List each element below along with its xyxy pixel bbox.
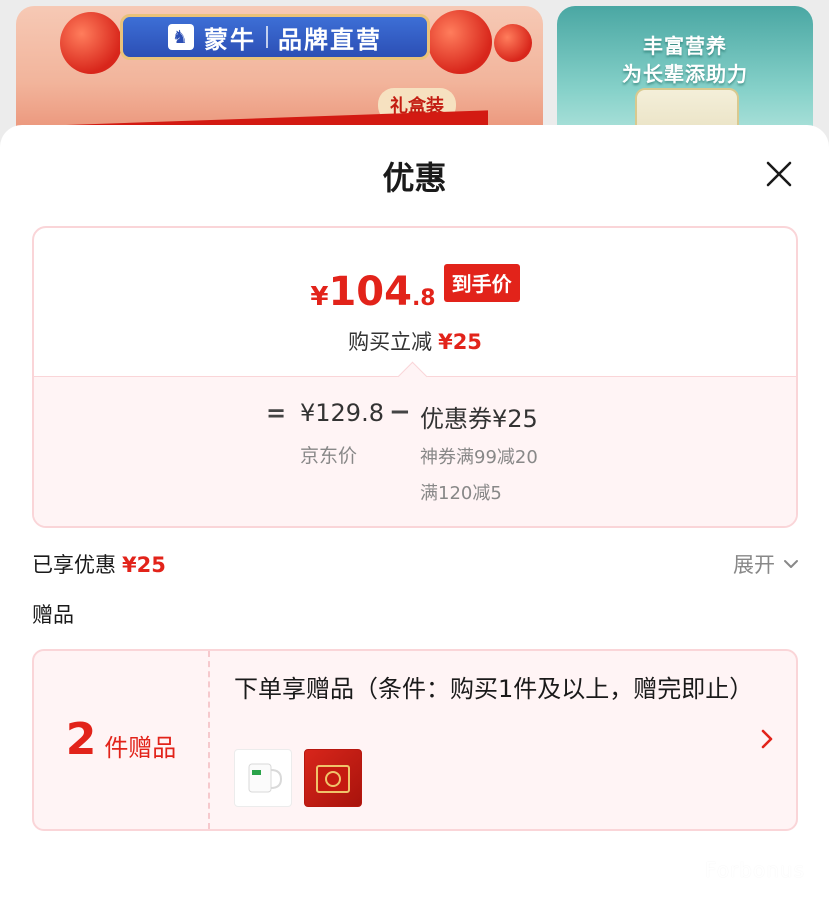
- final-price-integer: 104: [328, 269, 412, 315]
- gift-description: 下单享赠品（条件：购买1件及以上，赠完即止）: [234, 675, 754, 703]
- base-price-label: 京东价: [300, 445, 358, 467]
- chevron-down-icon: [784, 560, 798, 568]
- mug-icon: [248, 763, 283, 793]
- banner-headline: 丰富营养: [643, 34, 727, 58]
- enjoyed-discount-amount: ¥25: [122, 553, 166, 577]
- instant-discount-label: 购买立减: [348, 330, 433, 354]
- instant-discount-row: 购买立减 ¥25: [34, 326, 796, 356]
- coupon-detail: 神券满99减20: [420, 447, 538, 468]
- close-button[interactable]: [762, 157, 796, 191]
- final-price-decimal: .8: [411, 286, 436, 311]
- lantern-decoration: [60, 12, 122, 74]
- banner-subheadline: 为长辈添助力: [622, 62, 748, 86]
- gifts-heading: 赠品: [32, 603, 74, 627]
- gift-count-number: 2: [65, 714, 97, 765]
- brand-pill: ♞ 蒙牛 品牌直营: [120, 14, 430, 60]
- coupon-amount: 优惠券¥25: [420, 405, 538, 433]
- price-breakdown: = ¥129.8 京东价 − 优惠券¥25 神券满99减20 满120减5: [34, 361, 796, 526]
- divider: [266, 26, 268, 48]
- final-price-row: ¥104.8 到手价: [34, 264, 796, 312]
- watermark: Forbonus: [705, 858, 805, 882]
- final-price-tag: 到手价: [443, 264, 520, 302]
- enjoyed-discount-label: 已享优惠: [32, 553, 116, 577]
- gift-count-label: 件赠品: [104, 733, 177, 762]
- enjoyed-discount-row: 已享优惠 ¥25: [32, 549, 166, 579]
- discount-sheet: 优惠 ¥104.8 到手价 购买立减 ¥25 = ¥129.8 京东价 − 优惠券…: [0, 125, 829, 862]
- minus-sign: −: [389, 397, 411, 427]
- gift-card[interactable]: 2 件赠品 下单享赠品（条件：购买1件及以上，赠完即止）: [32, 649, 798, 831]
- final-price-currency: ¥: [310, 282, 329, 312]
- base-price: ¥129.8: [300, 399, 384, 427]
- equals-sign: =: [266, 399, 287, 427]
- expand-label: 展开: [733, 553, 775, 577]
- price-summary-card: ¥104.8 到手价 购买立减 ¥25 = ¥129.8 京东价 − 优惠券¥25…: [32, 226, 798, 528]
- sheet-title: 优惠: [382, 159, 447, 197]
- lantern-decoration: [494, 24, 532, 62]
- instant-discount-amount: ¥25: [438, 330, 482, 354]
- final-price: ¥104.8: [310, 272, 435, 312]
- brand-logo-icon: ♞: [168, 24, 194, 50]
- lantern-decoration: [428, 10, 492, 74]
- gift-box-icon: [316, 765, 350, 793]
- gift-mug-thumbnail[interactable]: [234, 749, 292, 807]
- gift-count: 2 件赠品: [34, 651, 210, 829]
- close-icon: [766, 161, 792, 187]
- brand-name: 蒙牛: [204, 25, 256, 54]
- expand-button[interactable]: 展开: [733, 549, 799, 579]
- chevron-right-icon: [761, 729, 773, 749]
- coupon-detail: 满120减5: [420, 483, 502, 504]
- pointer-notch: [397, 361, 428, 392]
- gift-box-thumbnail[interactable]: [304, 749, 362, 807]
- brand-tagline: 品牌直营: [278, 25, 382, 54]
